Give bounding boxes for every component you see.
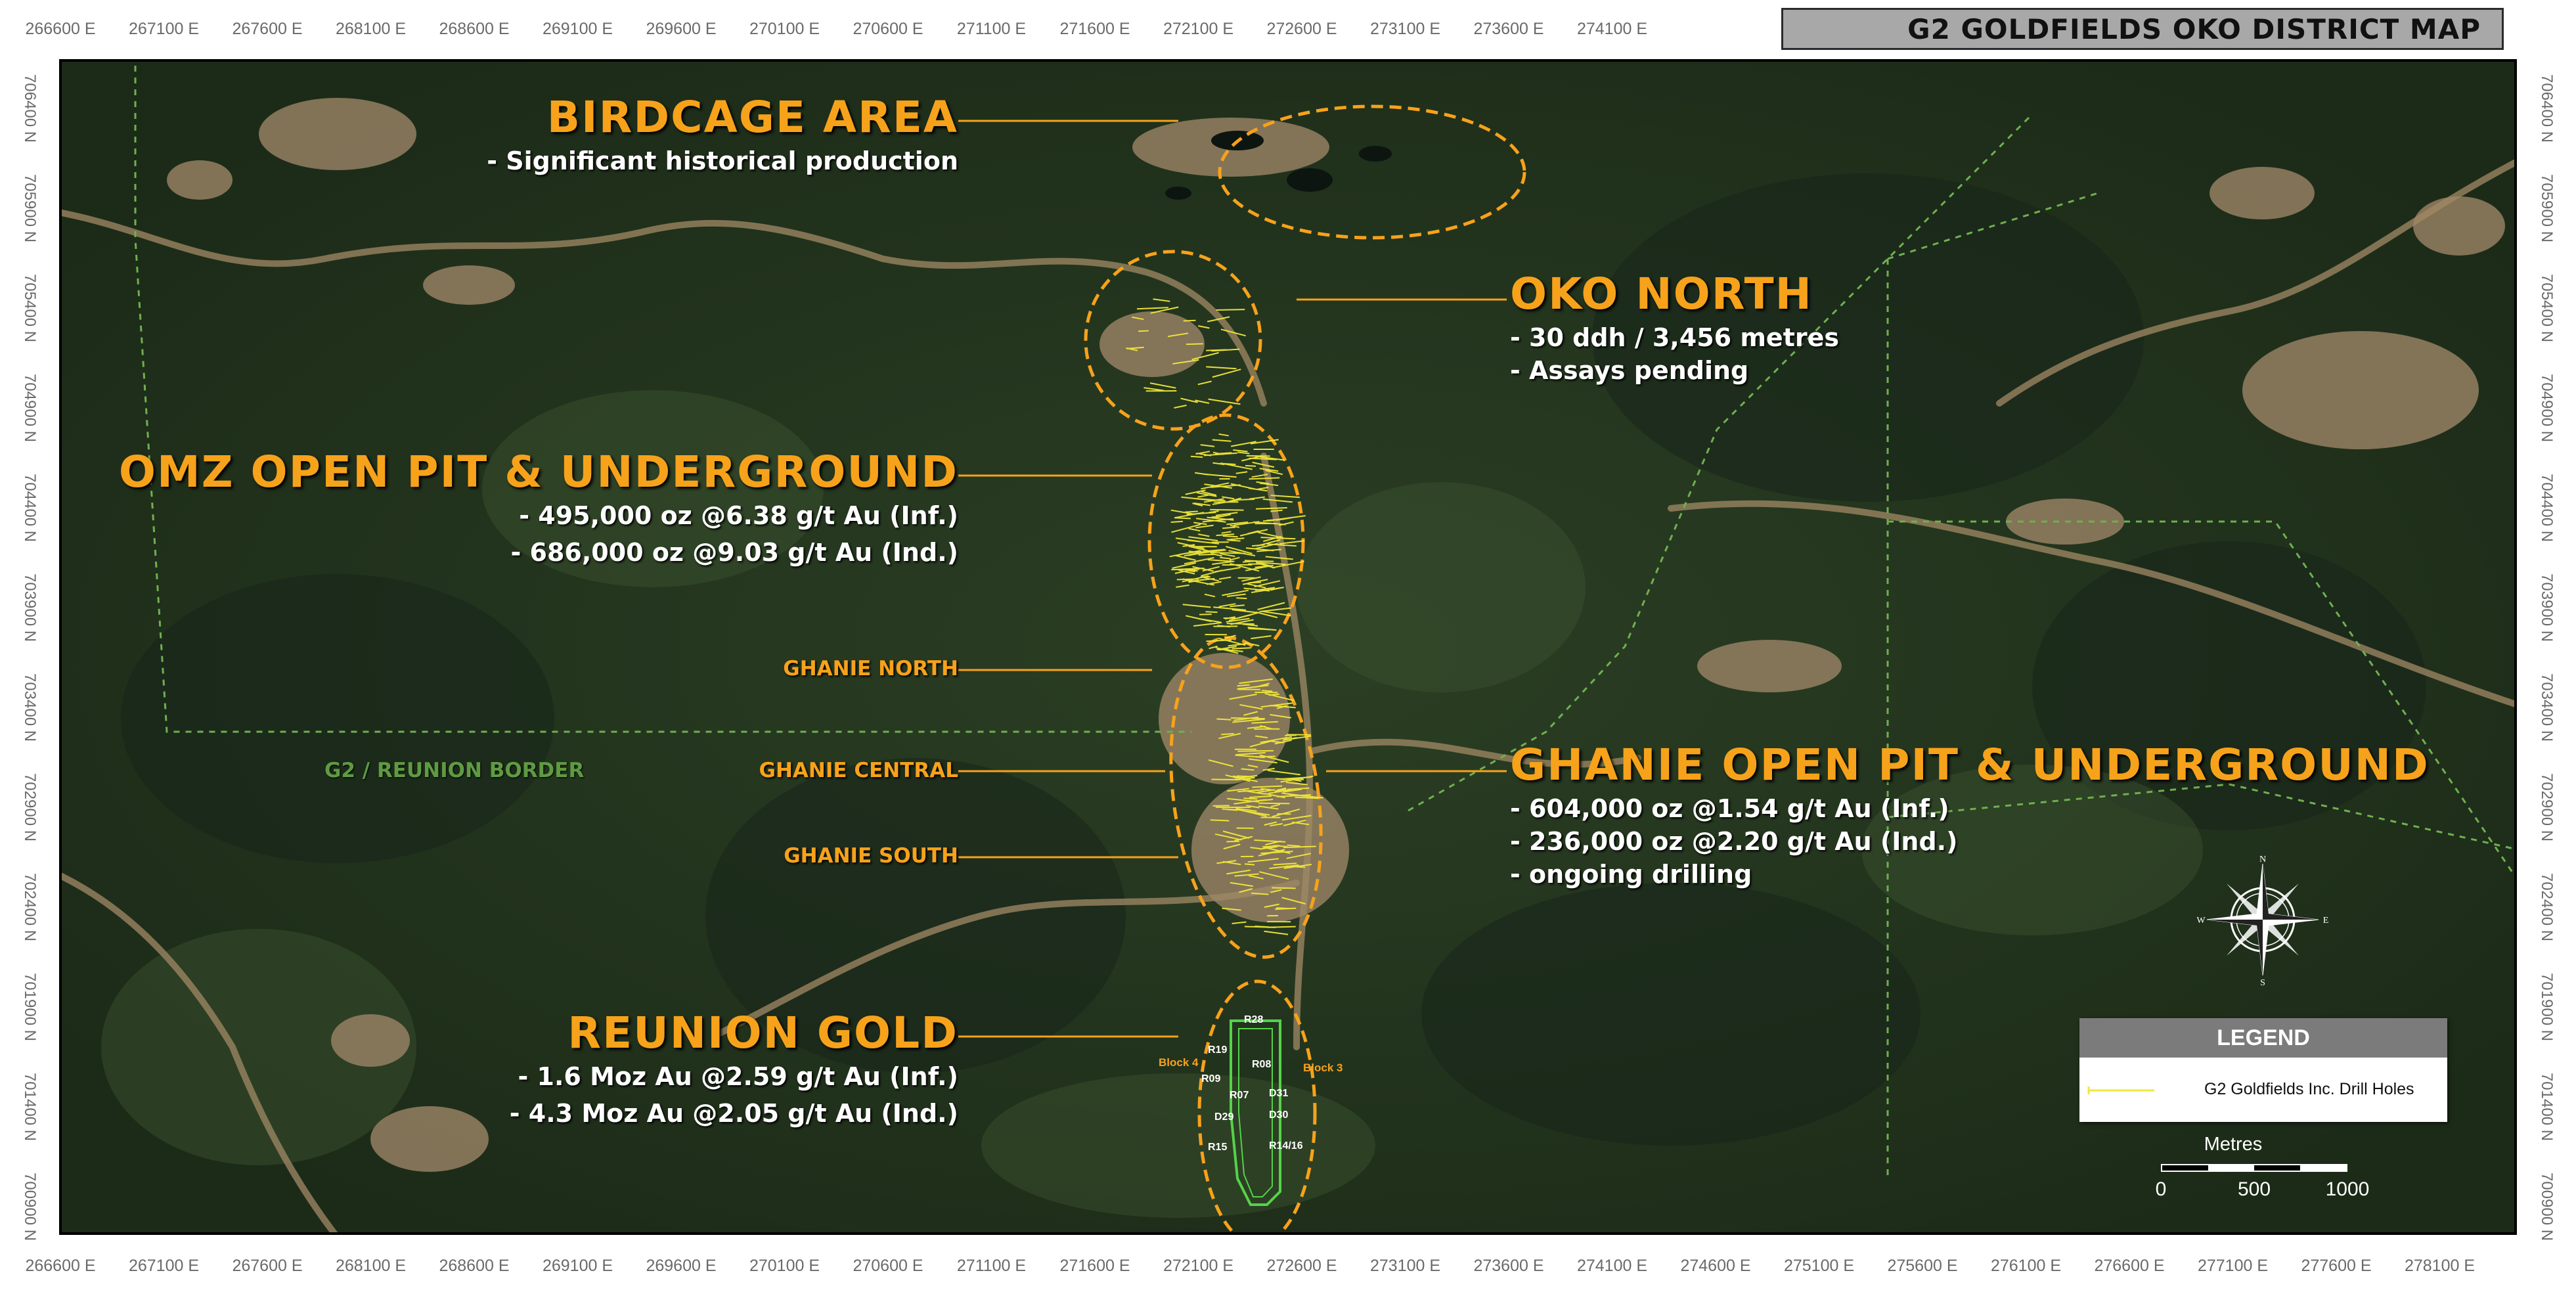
drill-hole-trace xyxy=(1226,623,1255,625)
legend: LEGEND G2 Goldfields Inc. Drill Holes xyxy=(2079,1018,2447,1122)
coordinate-label: 700900 N xyxy=(21,1172,39,1241)
easting-axis-bottom: 266600 E 267100 E 267600 E 268100 E 268600 E… xyxy=(0,1237,2576,1296)
scale-label-0: 0 xyxy=(2155,1178,2167,1200)
reunion-bullet-1: - 1.6 Moz Au @2.59 g/t Au (Inf.) xyxy=(518,1062,958,1091)
ghanie-south-label: GHANIE SOUTH xyxy=(784,844,958,868)
scale-label-1000: 1000 xyxy=(2325,1178,2370,1200)
compass-n: N xyxy=(2259,855,2266,864)
drill-id-label: R28 xyxy=(1244,1014,1264,1025)
drill-hole-trace xyxy=(1243,797,1258,800)
scale-label-500: 500 xyxy=(2237,1178,2271,1200)
drill-hole-trace xyxy=(1272,887,1296,889)
map-title-box: G2 GOLDFIELDS OKO DISTRICT MAP xyxy=(1781,8,2504,50)
birdcage-bullet-1: - Significant historical production xyxy=(487,146,958,175)
oko-north-label: OKO NORTH - 30 ddh / 3,456 metres - Assa… xyxy=(1510,269,1839,389)
birdcage-label: BIRDCAGE AREA - Significant historical p… xyxy=(324,92,958,179)
compass-e: E xyxy=(2323,916,2328,926)
legend-item-label: G2 Goldfields Inc. Drill Holes xyxy=(2204,1080,2414,1098)
ghanie-bullet-1: - 604,000 oz @1.54 g/t Au (Inf.) xyxy=(1510,794,1949,823)
drill-id-label: R19 xyxy=(1208,1044,1228,1056)
ghanie-central-label: GHANIE CENTRAL xyxy=(759,759,958,782)
legend-title: LEGEND xyxy=(2079,1018,2447,1058)
legend-item: G2 Goldfields Inc. Drill Holes xyxy=(2079,1058,2447,1122)
reunion-label: REUNION GOLD - 1.6 Moz Au @2.59 g/t Au (… xyxy=(324,1008,958,1132)
reunion-title: REUNION GOLD xyxy=(567,1008,958,1058)
coordinate-label: 274100 E xyxy=(1576,20,1648,38)
drill-id-label: D29 xyxy=(1214,1111,1234,1123)
ghanie-title: GHANIE OPEN PIT & UNDERGROUND xyxy=(1510,740,2430,790)
oko-north-title: OKO NORTH xyxy=(1510,269,1813,319)
drill-id-label: R08 xyxy=(1252,1059,1272,1070)
coordinate-label: 700900 N xyxy=(2538,1172,2556,1241)
drill-hole-trace xyxy=(1262,690,1273,692)
northing-axis-right: 706400 N 705900 N 705400 N 704900 N 704400 N… xyxy=(2517,59,2576,1241)
oko-north-bullet-2: - Assays pending xyxy=(1510,356,1749,385)
drill-hole-trace xyxy=(1138,330,1149,332)
drill-hole-trace xyxy=(1222,535,1238,538)
map-title: G2 GOLDFIELDS OKO DISTRICT MAP xyxy=(1907,12,2481,45)
drill-id-label: R14/16 xyxy=(1269,1140,1303,1151)
compass-w: W xyxy=(2197,916,2206,926)
compass-s: S xyxy=(2260,978,2265,985)
compass-rose-icon: N S E W xyxy=(2197,855,2328,985)
drill-hole-trace xyxy=(1216,718,1232,721)
drill-id-label: R15 xyxy=(1208,1142,1228,1153)
border-label: G2 / REUNION BORDER xyxy=(324,759,585,782)
omz-bullet-1: - 495,000 oz @6.38 g/t Au (Inf.) xyxy=(519,501,958,530)
coordinate-label: 278100 E xyxy=(2404,1257,2476,1275)
drill-hole-trace xyxy=(1216,309,1245,311)
drill-hole-symbol-icon xyxy=(2087,1086,2154,1094)
drill-id-label: D31 xyxy=(1269,1088,1289,1099)
omz-title: OMZ OPEN PIT & UNDERGROUND xyxy=(118,447,958,497)
block-4-label: Block 4 xyxy=(1159,1056,1199,1069)
drill-hole-trace xyxy=(1198,553,1214,556)
oko-north-bullet-1: - 30 ddh / 3,456 metres xyxy=(1510,323,1839,352)
scale-title: Metres xyxy=(2204,1134,2263,1155)
drill-hole-trace xyxy=(1199,614,1212,615)
birdcage-title: BIRDCAGE AREA xyxy=(546,92,958,143)
omz-bullet-2: - 686,000 oz @9.03 g/t Au (Ind.) xyxy=(510,538,958,567)
block-3-label: Block 3 xyxy=(1303,1061,1343,1074)
omz-label: OMZ OPEN PIT & UNDERGROUND - 495,000 oz … xyxy=(88,447,958,571)
drill-id-label: D30 xyxy=(1269,1109,1289,1121)
drill-hole-trace xyxy=(1228,539,1241,542)
drill-id-label: R07 xyxy=(1230,1090,1249,1101)
northing-axis-left: 706400 N 705900 N 705400 N 704900 N 704400 N… xyxy=(0,59,59,1241)
drill-hole-trace xyxy=(1255,926,1269,928)
drill-hole-trace xyxy=(1212,805,1230,807)
drill-id-label: R09 xyxy=(1201,1073,1221,1084)
drill-hole-trace xyxy=(1244,560,1257,562)
drill-hole-trace xyxy=(1258,802,1290,805)
scale-bar xyxy=(2161,1164,2347,1172)
reunion-bullet-2: - 4.3 Moz Au @2.05 g/t Au (Ind.) xyxy=(509,1099,958,1128)
ghanie-north-label: GHANIE NORTH xyxy=(783,657,958,681)
drill-hole-trace xyxy=(1226,840,1240,843)
drill-hole-trace xyxy=(1287,844,1300,847)
drill-hole-trace xyxy=(1235,499,1255,501)
